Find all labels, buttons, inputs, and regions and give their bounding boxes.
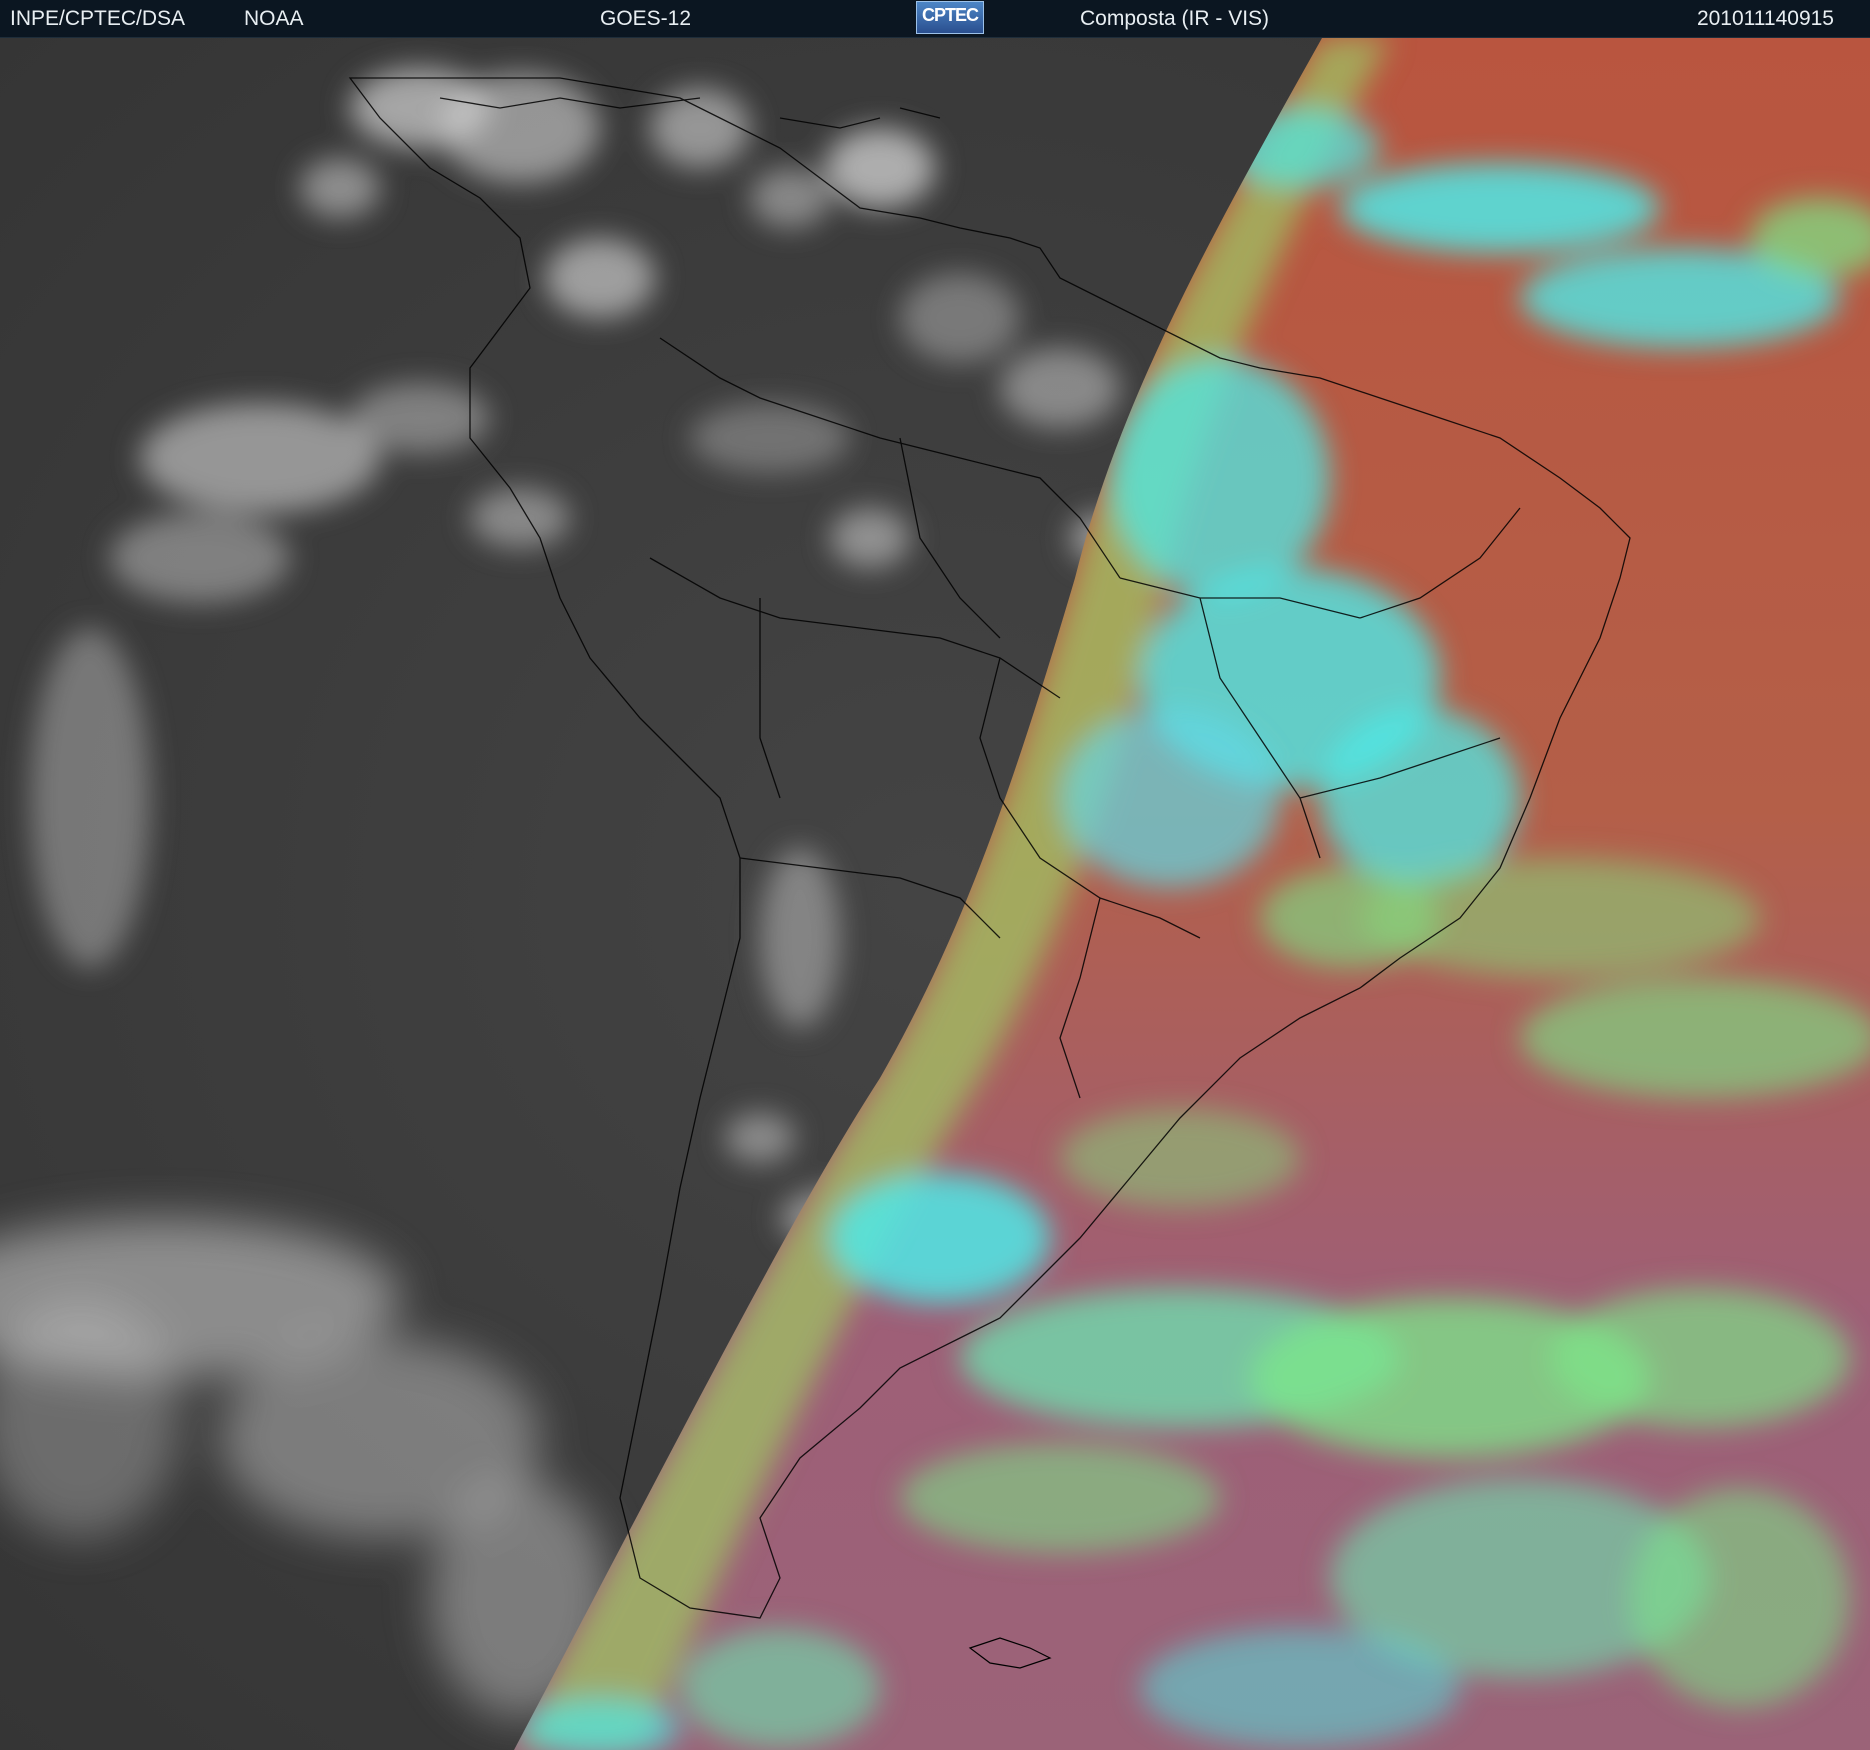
agency-label: NOAA	[244, 7, 304, 30]
satellite-map	[0, 38, 1870, 1750]
satellite-label: GOES-12	[600, 7, 692, 30]
product-label: Composta (IR - VIS)	[1080, 7, 1270, 30]
header-bar: INPE/CPTEC/DSA NOAA GOES-12 CPTEC Compos…	[0, 0, 1870, 38]
cptec-logo: CPTEC	[916, 1, 984, 34]
logo-text: CPTEC	[921, 5, 979, 25]
timestamp-label: 201011140915	[1696, 7, 1834, 30]
organization-label: INPE/CPTEC/DSA	[10, 7, 186, 30]
satellite-image	[0, 38, 1870, 1750]
